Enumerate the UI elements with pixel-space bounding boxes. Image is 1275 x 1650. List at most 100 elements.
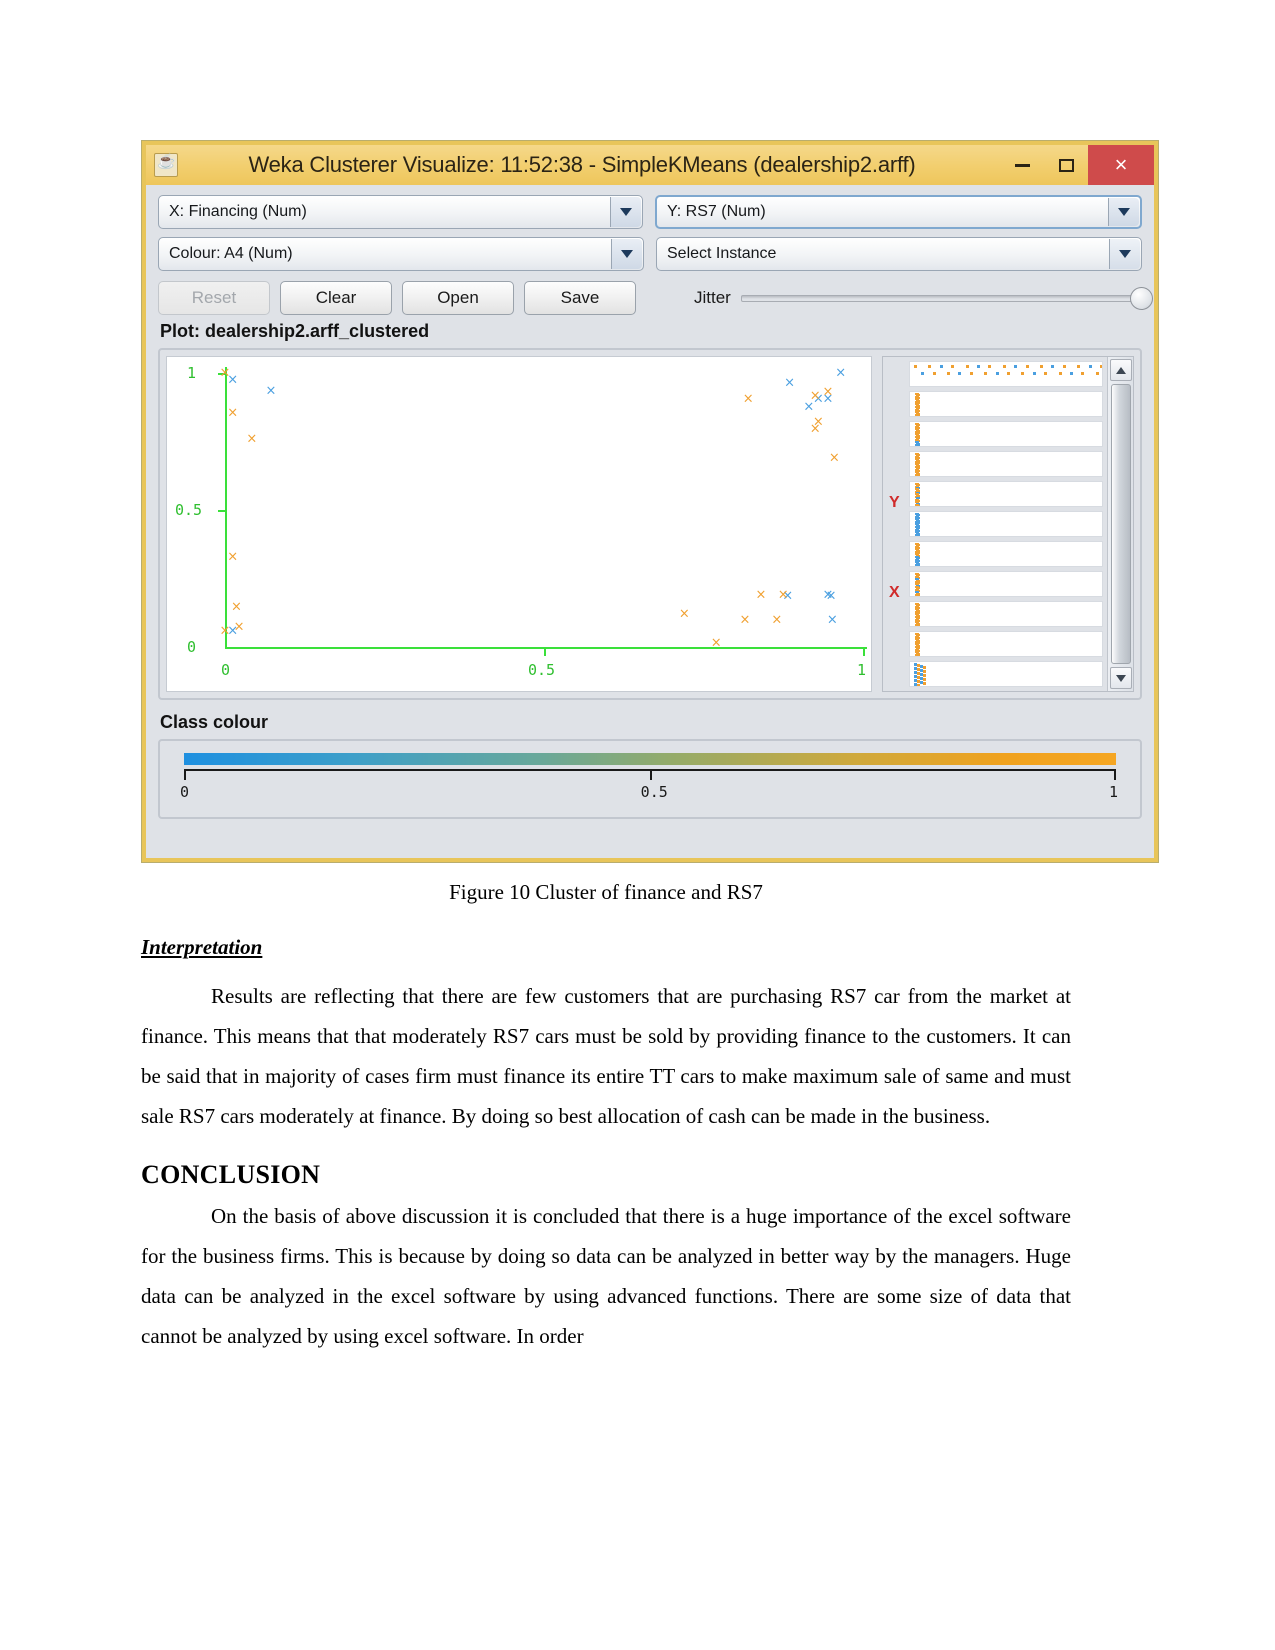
scatter-point: × [828, 450, 840, 466]
attribute-dot [1044, 372, 1048, 375]
attribute-dot [1007, 372, 1010, 375]
scatter-point: × [822, 384, 834, 400]
attribute-row[interactable] [909, 481, 1103, 507]
y-axis-select-label: Y: RS7 (Num) [667, 203, 766, 220]
scatter-point: × [782, 588, 794, 604]
y-axis-tick [218, 510, 226, 512]
attribute-row[interactable] [909, 541, 1103, 567]
gradient-tick-label-max: 1 [1108, 783, 1118, 801]
attribute-rows[interactable] [883, 357, 1107, 691]
attribute-dot [1088, 365, 1092, 368]
chevron-down-icon[interactable] [1108, 198, 1139, 226]
attribute-dot [1077, 365, 1081, 368]
attribute-dot [951, 365, 955, 368]
scatter-point: × [755, 587, 767, 603]
attribute-dot [916, 565, 920, 566]
scatter-point: × [227, 405, 239, 421]
attribute-dot [1081, 372, 1085, 375]
minimize-button[interactable] [1000, 145, 1044, 185]
scatter-point: × [803, 399, 815, 415]
attribute-dot [916, 505, 920, 506]
scatter-point: × [809, 421, 821, 437]
chevron-down-icon[interactable] [1109, 239, 1140, 269]
attribute-dot [1062, 365, 1066, 368]
attribute-dot [1025, 365, 1029, 368]
attribute-row[interactable] [909, 631, 1103, 657]
save-button[interactable]: Save [524, 281, 636, 315]
scatter-point: × [246, 431, 258, 447]
x-axis-tick-label: 1 [857, 661, 867, 679]
x-axis-tick-label: 0.5 [528, 661, 556, 679]
close-button[interactable]: × [1088, 145, 1154, 185]
attribute-row[interactable] [909, 601, 1103, 627]
attribute-row[interactable] [909, 661, 1103, 687]
attribute-dot [1002, 365, 1006, 368]
select-instance-dropdown[interactable]: Select Instance [656, 237, 1142, 271]
attribute-dot [1070, 372, 1073, 375]
window-titlebar[interactable]: Weka Clusterer Visualize: 11:52:38 - Sim… [146, 145, 1154, 185]
scroll-down-icon[interactable] [1109, 667, 1132, 689]
class-colour-label: Class colour [160, 712, 269, 732]
jitter-slider[interactable] [740, 286, 1153, 310]
gradient-tick-label-mid: 0.5 [640, 783, 668, 801]
x-axis-select[interactable]: X: Financing (Num) [158, 195, 643, 229]
x-axis-tick [863, 647, 865, 656]
scroll-up-icon[interactable] [1109, 359, 1132, 381]
y-axis-tick-label: 0.5 [175, 501, 203, 519]
attribute-strip-panel: YX [882, 356, 1134, 692]
maximize-button[interactable] [1044, 145, 1088, 185]
weka-clusterer-visualize-window: Weka Clusterer Visualize: 11:52:38 - Sim… [141, 140, 1159, 863]
attribute-dot [916, 625, 920, 626]
select-instance-label: Select Instance [667, 245, 777, 262]
attribute-row[interactable] [909, 451, 1103, 477]
clear-button[interactable]: Clear [280, 281, 392, 315]
class-colour-tick-labels: 0 0.5 1 [180, 783, 1118, 803]
scatter-point: × [822, 587, 834, 603]
attribute-dot [928, 365, 932, 368]
jitter-slider-handle[interactable] [1130, 286, 1153, 310]
attribute-row[interactable] [909, 511, 1103, 537]
figure-caption: Figure 10 Cluster of finance and RS7 [449, 880, 763, 904]
scatter-point: × [233, 619, 245, 635]
conclusion-paragraph: On the basis of above discussion it is c… [141, 1204, 1071, 1348]
colour-select[interactable]: Colour: A4 (Num) [158, 237, 644, 271]
plot-panel: 0 0.5 1 0 0.5 1 × × × × × × × × × × × × × × × × × × × × × × × × × × × × × ×… [158, 348, 1142, 700]
attribute-dot [923, 678, 926, 681]
attribute-dot [988, 365, 992, 368]
y-axis-indicator: Y [889, 493, 900, 511]
attribute-scrollbar[interactable] [1107, 357, 1133, 691]
y-axis-line [225, 367, 227, 647]
scatter-point: × [835, 365, 847, 381]
scatter-plot-canvas[interactable]: 0 0.5 1 0 0.5 1 × × × × × × × × × × × × × × × × × × × × × × × × × × × × × ×… [166, 356, 872, 692]
colour-instance-row: Colour: A4 (Num) Select Instance [158, 237, 1142, 271]
attribute-row[interactable] [909, 571, 1103, 597]
attribute-dot [915, 446, 919, 447]
chevron-down-icon[interactable] [610, 197, 641, 227]
conclusion-heading: CONCLUSION [141, 1160, 321, 1189]
colour-select-label: Colour: A4 (Num) [169, 245, 293, 262]
y-axis-select[interactable]: Y: RS7 (Num) [655, 195, 1142, 229]
scrollbar-thumb[interactable] [1110, 384, 1131, 664]
jitter-control: Jitter [694, 286, 1153, 310]
attribute-dot [1021, 372, 1025, 375]
open-button[interactable]: Open [402, 281, 514, 315]
scatter-point: × [777, 587, 789, 603]
scatter-point: × [812, 391, 824, 407]
reset-button[interactable]: Reset [158, 281, 270, 315]
jitter-label: Jitter [694, 288, 731, 307]
attribute-row[interactable] [909, 421, 1103, 447]
attribute-row[interactable] [909, 391, 1103, 417]
attribute-dot [915, 596, 919, 597]
attribute-row[interactable] [909, 361, 1103, 387]
attribute-dot [916, 475, 920, 476]
scatter-point: × [825, 588, 837, 604]
attribute-dot [958, 372, 962, 375]
chevron-down-icon[interactable] [611, 239, 642, 269]
attribute-dot [916, 595, 920, 596]
attribute-dot [915, 536, 919, 537]
close-icon: × [1114, 152, 1128, 177]
attribute-dot [923, 674, 926, 677]
attribute-dot [965, 365, 969, 368]
attribute-dot [915, 416, 919, 417]
gradient-tick [1114, 771, 1116, 780]
